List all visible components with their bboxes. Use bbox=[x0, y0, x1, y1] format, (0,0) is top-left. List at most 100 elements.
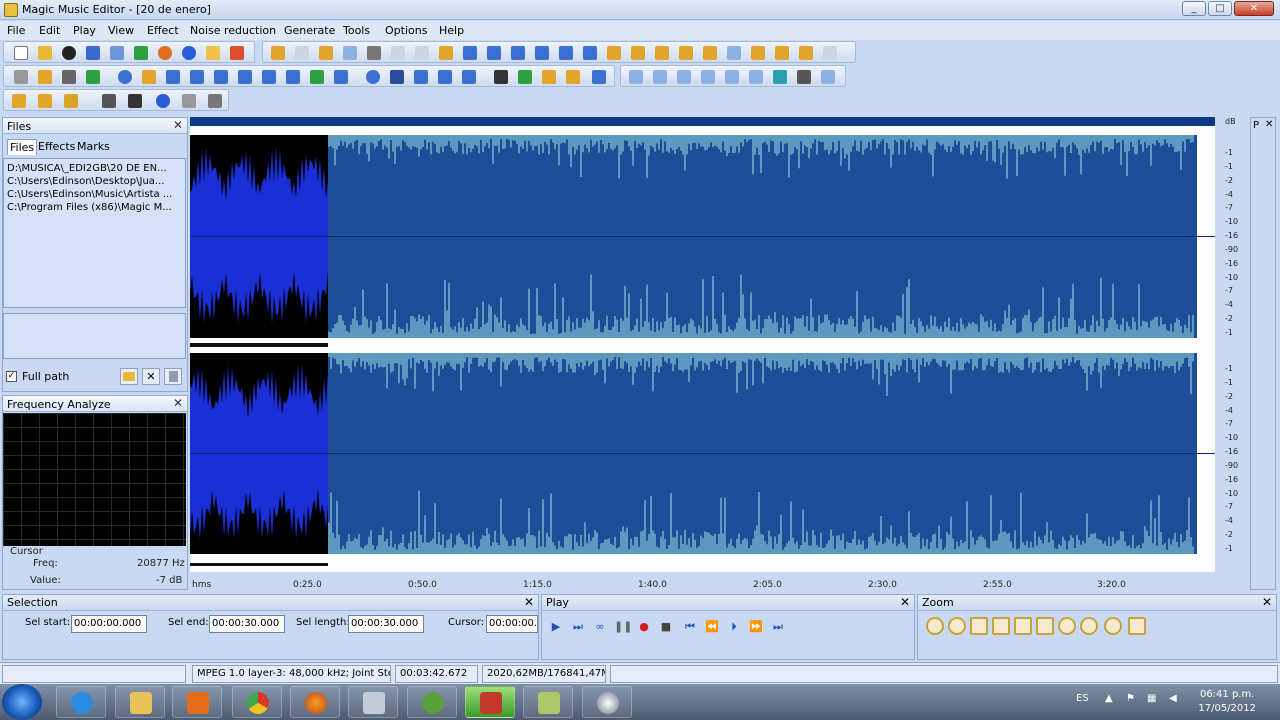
taskbar-notes[interactable] bbox=[523, 686, 573, 718]
filter-hourglass-icon[interactable] bbox=[821, 70, 835, 84]
properties-icon[interactable] bbox=[206, 46, 220, 60]
sel-start-field[interactable]: 00:00:00.000 bbox=[71, 615, 147, 633]
redo-icon[interactable] bbox=[295, 46, 309, 60]
open-folder-button[interactable] bbox=[120, 368, 138, 385]
stop-icon[interactable]: ■ bbox=[658, 619, 674, 635]
menu-edit[interactable]: Edit bbox=[39, 24, 60, 37]
menu-view[interactable]: View bbox=[108, 24, 134, 37]
zoom-out-v-icon[interactable] bbox=[1080, 617, 1098, 635]
taskbar-media[interactable] bbox=[172, 686, 222, 718]
region-list-icon[interactable] bbox=[727, 46, 741, 60]
taskbar-firefox[interactable] bbox=[290, 686, 340, 718]
fx-fade-icon[interactable] bbox=[118, 70, 132, 84]
minimize-button[interactable]: _ bbox=[1182, 1, 1206, 16]
taskbar-app-people[interactable] bbox=[407, 686, 457, 718]
tag-icon[interactable] bbox=[208, 94, 222, 108]
fx-echo-icon[interactable] bbox=[166, 70, 180, 84]
remove-file-button[interactable]: ✕ bbox=[142, 368, 160, 385]
menu-options[interactable]: Options bbox=[385, 24, 427, 37]
fx-pitch-icon[interactable] bbox=[286, 70, 300, 84]
selection-panel-close-icon[interactable]: ✕ bbox=[524, 595, 534, 609]
menu-effect[interactable]: Effect bbox=[147, 24, 179, 37]
save-icon[interactable] bbox=[86, 46, 100, 60]
fx-flanger-icon[interactable] bbox=[214, 70, 228, 84]
filter-icon[interactable] bbox=[823, 46, 837, 60]
export-icon[interactable] bbox=[134, 46, 148, 60]
undo-icon[interactable] bbox=[271, 46, 285, 60]
play-panel-close-icon[interactable]: ✕ bbox=[900, 595, 910, 609]
exit-icon[interactable] bbox=[230, 46, 244, 60]
new-file-icon[interactable] bbox=[14, 46, 28, 60]
close-button[interactable]: ✕ bbox=[1234, 1, 1274, 16]
trim-icon[interactable] bbox=[511, 46, 525, 60]
fx-reverb-icon[interactable] bbox=[262, 70, 276, 84]
time-ruler[interactable]: hms 0:25.0 0:50.0 1:15.0 1:40.0 2:05.0 2… bbox=[190, 572, 1215, 592]
fx-chorus-icon[interactable] bbox=[190, 70, 204, 84]
side-panel-close-icon[interactable]: ✕ bbox=[1265, 119, 1273, 130]
cursor-field[interactable]: 00:00:00.0 bbox=[486, 615, 538, 633]
rewind-icon[interactable]: ⏪ bbox=[704, 619, 720, 635]
open-cd-icon[interactable] bbox=[62, 46, 76, 60]
resize-icon[interactable] bbox=[775, 46, 789, 60]
fx-amplify-icon[interactable] bbox=[142, 70, 156, 84]
filter-notch-icon[interactable] bbox=[701, 70, 715, 84]
play-cursor-icon[interactable]: ⏵ bbox=[726, 619, 742, 635]
marker-down-icon[interactable] bbox=[607, 46, 621, 60]
loop-icon[interactable]: ∞ bbox=[592, 619, 608, 635]
delete-silence-icon[interactable] bbox=[487, 46, 501, 60]
region-icon[interactable] bbox=[703, 46, 717, 60]
sel-end-field[interactable]: 00:00:30.000 bbox=[209, 615, 285, 633]
zoom-panel-close-icon[interactable]: ✕ bbox=[1262, 595, 1272, 609]
taskbar-ie[interactable] bbox=[56, 686, 106, 718]
forward-icon[interactable]: ⏩ bbox=[748, 619, 764, 635]
go-start-icon[interactable]: ⏮ bbox=[682, 619, 698, 635]
repeat-icon[interactable] bbox=[319, 46, 333, 60]
insert-icon[interactable] bbox=[463, 46, 477, 60]
fx-invert-icon[interactable] bbox=[86, 70, 100, 84]
tray-expand-icon[interactable]: ▲ bbox=[1105, 693, 1113, 704]
volume-icon[interactable]: ◀ bbox=[1169, 693, 1177, 704]
fx-tempo-icon[interactable] bbox=[310, 70, 324, 84]
fx-speed-icon[interactable] bbox=[334, 70, 348, 84]
select-icon[interactable] bbox=[535, 46, 549, 60]
flag-icon[interactable]: ⚑ bbox=[1126, 693, 1135, 704]
waveform-svg[interactable] bbox=[190, 117, 1215, 572]
taskbar-magic-music[interactable] bbox=[465, 686, 515, 718]
zoom-vertical-icon[interactable] bbox=[1014, 617, 1032, 635]
frequency-graph[interactable] bbox=[3, 413, 186, 546]
fx-vibrato-icon[interactable] bbox=[438, 70, 452, 84]
frame-icon[interactable] bbox=[799, 46, 813, 60]
delete-file-button[interactable] bbox=[164, 368, 182, 385]
filter-lowpass-icon[interactable] bbox=[629, 70, 643, 84]
fx-normalize-icon[interactable] bbox=[14, 70, 28, 84]
cue-out-icon[interactable] bbox=[38, 94, 52, 108]
fx-eq-icon[interactable] bbox=[366, 70, 380, 84]
full-path-checkbox[interactable]: ✓ bbox=[6, 371, 17, 382]
menu-generate[interactable]: Generate bbox=[284, 24, 335, 37]
zoom-in-icon[interactable] bbox=[926, 617, 944, 635]
menu-help[interactable]: Help bbox=[439, 24, 464, 37]
tab-files[interactable]: Files bbox=[7, 139, 38, 155]
taskbar-burn[interactable] bbox=[582, 686, 632, 718]
fx-distortion-icon[interactable] bbox=[494, 70, 508, 84]
marker-both-icon[interactable] bbox=[679, 46, 693, 60]
list-item[interactable]: C:\Users\Edinson\Music\Artista ... bbox=[7, 189, 183, 200]
filter-peak-icon[interactable] bbox=[749, 70, 763, 84]
taskbar-chrome[interactable] bbox=[232, 686, 282, 718]
menu-file[interactable]: File bbox=[7, 24, 25, 37]
filter-bandpass-icon[interactable] bbox=[677, 70, 691, 84]
fx-phaser-icon[interactable] bbox=[238, 70, 252, 84]
fx-channel-icon[interactable] bbox=[542, 70, 556, 84]
fx-reverse-icon[interactable] bbox=[38, 70, 52, 84]
filter-graphic-icon[interactable] bbox=[773, 70, 787, 84]
fx-wah-icon[interactable] bbox=[462, 70, 476, 84]
paste-new-icon[interactable] bbox=[415, 46, 429, 60]
zoom-in-v-icon[interactable] bbox=[1058, 617, 1076, 635]
fx-mix-icon[interactable] bbox=[566, 70, 580, 84]
copy-icon[interactable] bbox=[343, 46, 357, 60]
menu-noise-reduction[interactable]: Noise reduction bbox=[190, 24, 276, 37]
cut-icon[interactable] bbox=[367, 46, 381, 60]
go-end-icon[interactable]: ⏭ bbox=[770, 619, 786, 635]
zoom-full-icon[interactable] bbox=[992, 617, 1010, 635]
files-panel-close-icon[interactable]: ✕ bbox=[173, 118, 183, 132]
